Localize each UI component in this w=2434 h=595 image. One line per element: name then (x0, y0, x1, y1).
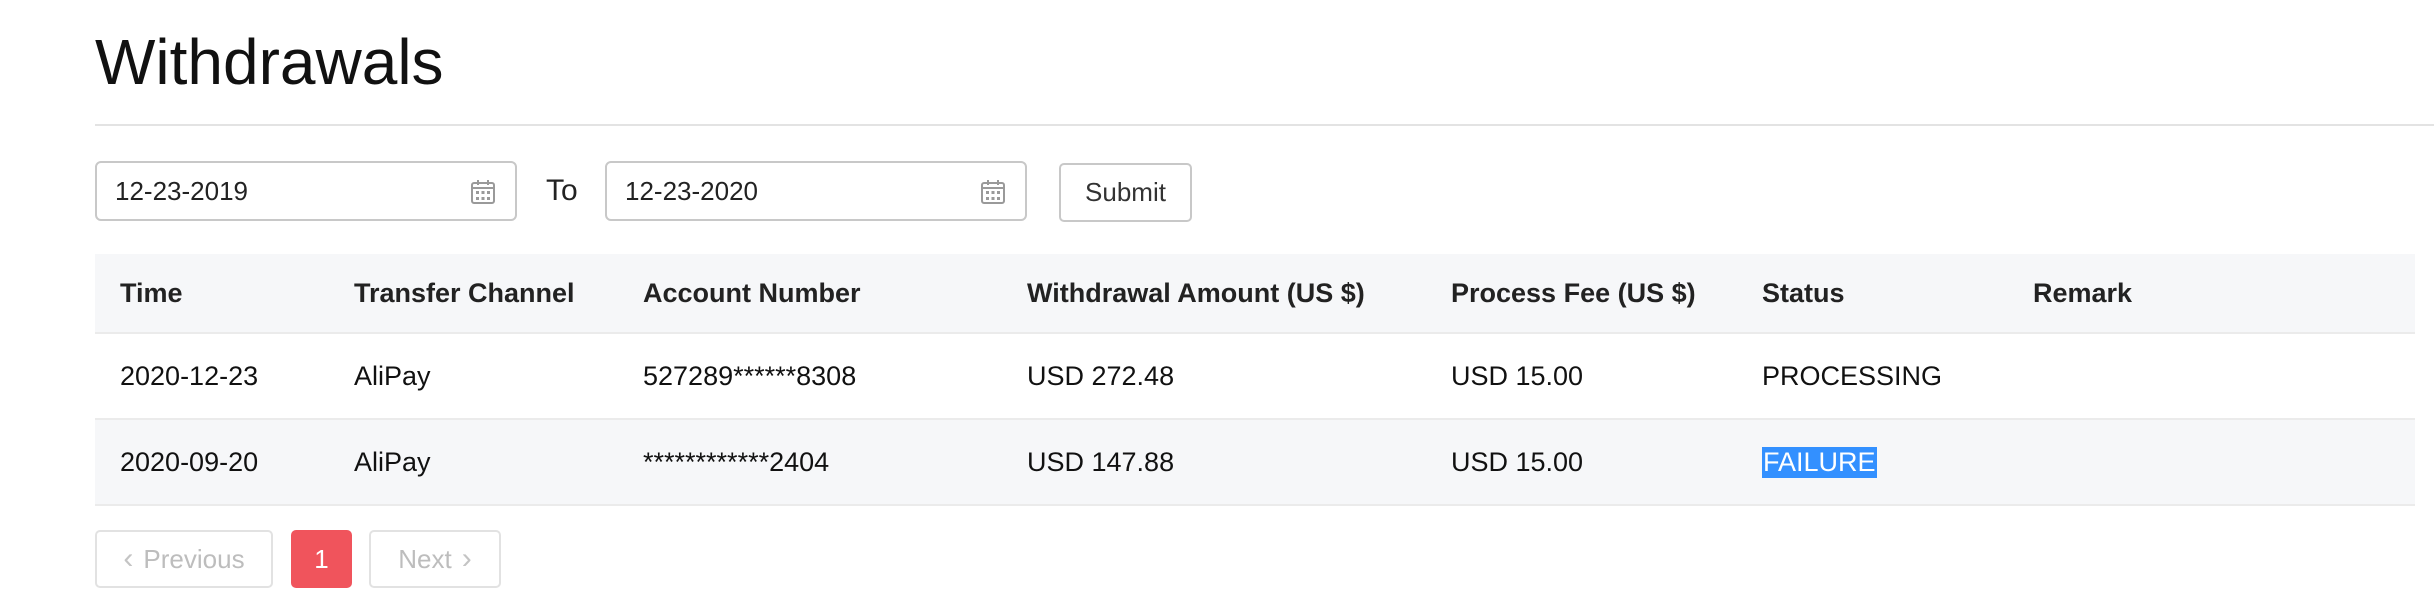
next-label: Next (398, 543, 452, 574)
column-header-process-fee[interactable]: Process Fee (US $) (1451, 254, 1696, 332)
cell-process-fee: USD 15.00 (1451, 360, 1584, 391)
to-date-picker[interactable] (605, 161, 1027, 221)
cell-transfer-channel: AliPay (354, 446, 431, 477)
column-header-account-number[interactable]: Account Number (643, 254, 861, 332)
table-row[interactable]: 2020-09-20 AliPay ************2404 USD 1… (95, 420, 2415, 506)
from-date-picker[interactable] (95, 161, 517, 221)
withdrawals-table: Time Transfer Channel Account Number Wit… (95, 254, 2415, 506)
column-header-time[interactable]: Time (120, 254, 183, 332)
cell-account-number: ************2404 (643, 446, 830, 477)
calendar-icon[interactable] (469, 178, 497, 206)
column-header-transfer-channel[interactable]: Transfer Channel (354, 254, 575, 332)
previous-page-button[interactable]: ‹ Previous (95, 530, 273, 588)
cell-withdrawal-amount: USD 272.48 (1027, 360, 1175, 391)
chevron-right-icon: › (461, 542, 472, 575)
column-header-status[interactable]: Status (1762, 254, 1845, 332)
to-date-input[interactable] (625, 163, 955, 219)
page-title: Withdrawals (95, 26, 444, 98)
cell-transfer-channel: AliPay (354, 360, 431, 391)
cell-time: 2020-12-23 (120, 360, 259, 391)
from-date-input[interactable] (115, 163, 445, 219)
cell-withdrawal-amount: USD 147.88 (1027, 446, 1175, 477)
table-header-row: Time Transfer Channel Account Number Wit… (95, 254, 2415, 334)
column-header-withdrawal-amount[interactable]: Withdrawal Amount (US $) (1027, 254, 1365, 332)
page-1-button[interactable]: 1 (291, 530, 352, 588)
cell-time: 2020-09-20 (120, 446, 259, 477)
column-header-remark[interactable]: Remark (2033, 254, 2132, 332)
title-divider (95, 124, 2434, 126)
cell-process-fee: USD 15.00 (1451, 446, 1584, 477)
chevron-left-icon: ‹ (123, 542, 134, 575)
cell-status: PROCESSING (1762, 360, 1943, 391)
cell-status: FAILURE (1762, 420, 1877, 504)
selected-status-text[interactable]: FAILURE (1762, 446, 1877, 478)
cell-account-number: 527289******8308 (643, 360, 857, 391)
table-row[interactable]: 2020-12-23 AliPay 527289******8308 USD 2… (95, 334, 2415, 420)
submit-button[interactable]: Submit (1059, 163, 1192, 222)
next-page-button[interactable]: Next › (369, 530, 501, 588)
calendar-icon[interactable] (979, 178, 1007, 206)
previous-label: Previous (143, 543, 245, 574)
to-label: To (546, 174, 578, 207)
